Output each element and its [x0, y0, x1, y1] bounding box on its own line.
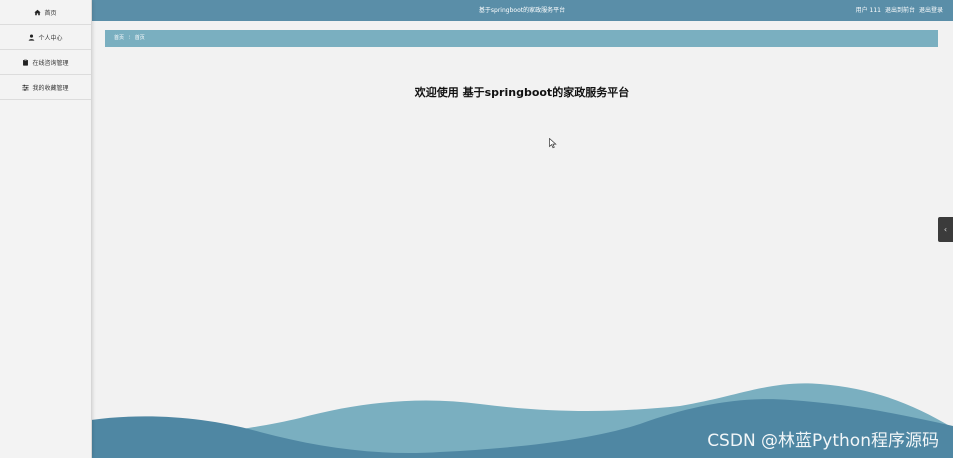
wave-decoration — [91, 383, 953, 458]
sidebar-item-profile[interactable]: 个人中心 — [0, 25, 91, 50]
clipboard-icon — [22, 58, 29, 66]
mouse-cursor-icon — [549, 138, 557, 149]
welcome-heading: 欢迎使用 基于springboot的家政服务平台 — [414, 86, 630, 99]
user-icon — [28, 34, 35, 41]
sidebar-item-label: 首页 — [44, 9, 57, 17]
sidebar-item-home[interactable]: 首页 — [0, 0, 91, 25]
sidebar-item-consult[interactable]: 在线咨询管理 — [0, 50, 91, 75]
collapse-toggle-button[interactable]: ‹ — [938, 217, 953, 242]
app-title: 基于springboot的家政服务平台 — [478, 7, 566, 14]
app-window: 首页 个人中心 在线咨询管理 我的收藏管理 基于springboot的家政服务平… — [0, 0, 953, 458]
sidebar-item-label: 个人中心 — [38, 34, 63, 42]
header-bar: 基于springboot的家政服务平台 用户 111 退出到前台 退出登录 — [91, 0, 953, 21]
logout-link[interactable]: 退出登录 — [919, 0, 943, 21]
breadcrumb-item-current: 首页 — [134, 35, 145, 41]
sidebar-item-favorites[interactable]: 我的收藏管理 — [0, 75, 91, 100]
csdn-watermark: CSDN @林蓝Python程序源码 — [707, 431, 939, 451]
breadcrumb-separator: ⁝ — [128, 35, 131, 41]
sidebar-item-label: 我的收藏管理 — [32, 84, 69, 92]
back-to-front-link[interactable]: 退出到前台 — [885, 0, 915, 21]
sidebar: 首页 个人中心 在线咨询管理 我的收藏管理 — [0, 0, 92, 458]
user-name: 用户 111 — [855, 7, 881, 14]
breadcrumb: 首页 ⁝ 首页 — [105, 30, 938, 47]
header-user-actions: 用户 111 退出到前台 退出登录 — [856, 0, 943, 21]
chevron-left-icon: ‹ — [943, 225, 948, 234]
home-icon — [34, 9, 42, 16]
sidebar-item-label: 在线咨询管理 — [32, 59, 69, 67]
breadcrumb-item-home[interactable]: 首页 — [114, 35, 124, 41]
sliders-icon — [22, 84, 30, 91]
